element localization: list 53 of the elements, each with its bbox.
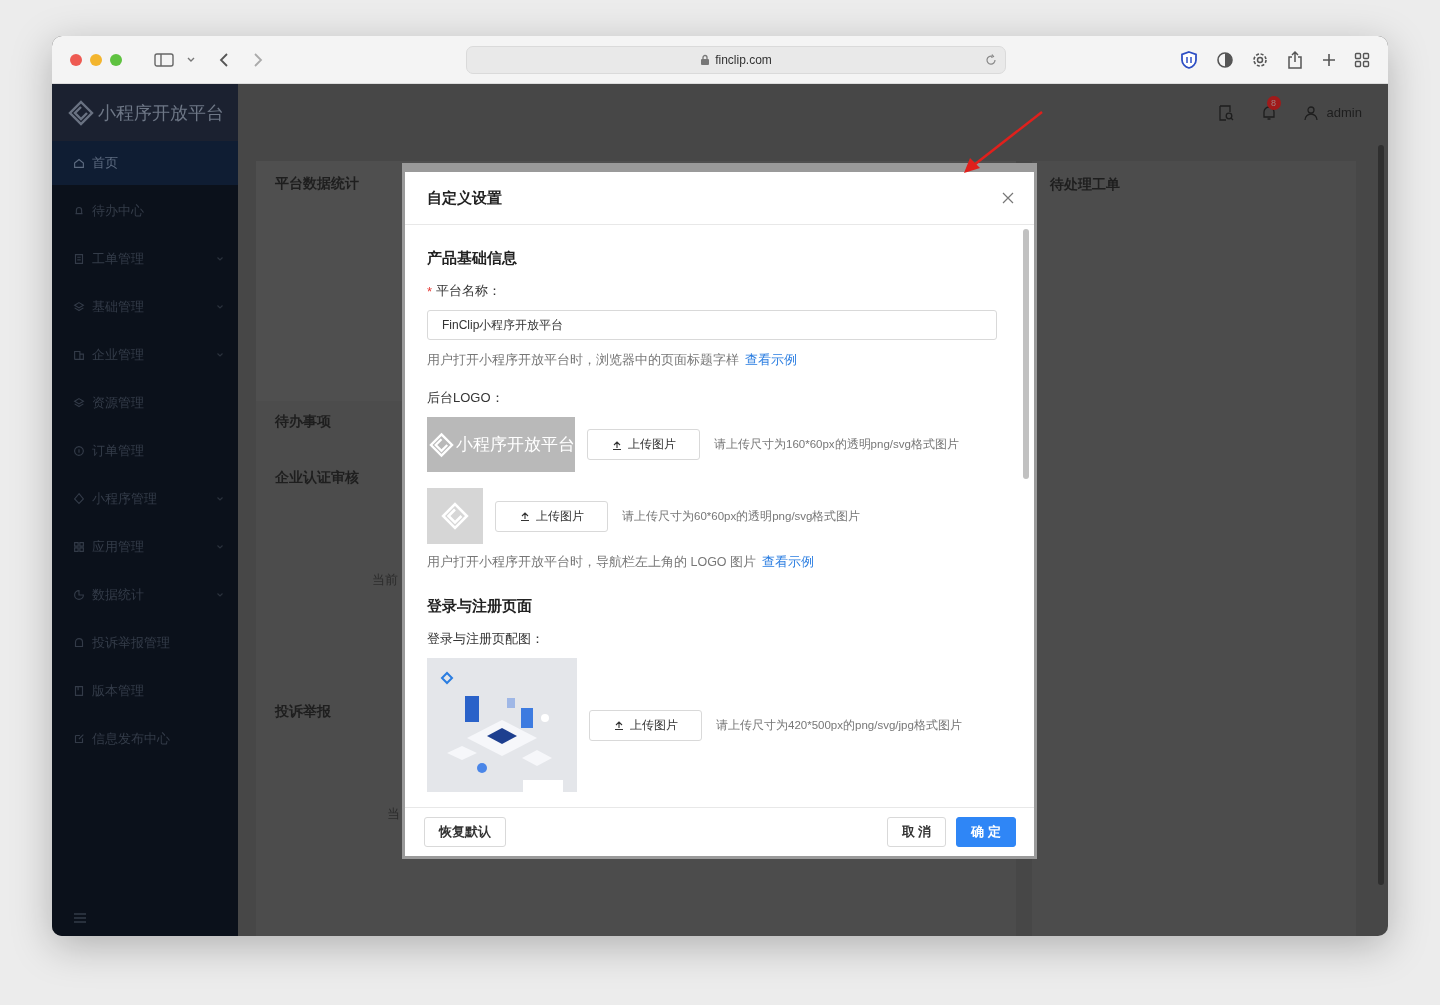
logo-icon bbox=[441, 502, 469, 530]
upload-hint: 请上传尺寸为60*60px的透明png/svg格式图片 bbox=[622, 508, 861, 524]
close-icon[interactable] bbox=[1002, 192, 1014, 204]
sidebar-item[interactable]: 首页 bbox=[52, 141, 238, 185]
sidebar-toggle-icon[interactable] bbox=[154, 51, 174, 68]
cancel-button[interactable]: 取 消 bbox=[886, 817, 947, 847]
zoom-window-button[interactable] bbox=[110, 53, 122, 66]
forward-icon[interactable] bbox=[252, 51, 264, 68]
half-circle-icon[interactable] bbox=[1216, 50, 1234, 69]
tab-overview-icon[interactable] bbox=[1354, 51, 1370, 68]
confirm-button[interactable]: 确 定 bbox=[956, 817, 1016, 847]
share-icon[interactable] bbox=[1286, 49, 1304, 70]
scrollbar-thumb[interactable] bbox=[1023, 229, 1029, 479]
required-mark: * bbox=[427, 283, 433, 299]
bell-icon[interactable] bbox=[1260, 104, 1277, 121]
upload-hint: 请上传尺寸为420*500px的png/svg/jpg格式图片 bbox=[716, 717, 962, 733]
upload-button[interactable]: 上传图片 bbox=[495, 500, 608, 532]
section-title: 登录与注册页面 bbox=[427, 597, 533, 616]
upload-hint: 请上传尺寸为160*60px的透明png/svg格式图片 bbox=[714, 437, 959, 452]
user-icon bbox=[1302, 104, 1319, 121]
section-title: 产品基础信息 bbox=[427, 249, 518, 268]
app-title: 小程序开放平台 bbox=[98, 101, 224, 125]
url-text: finclip.com bbox=[715, 52, 772, 67]
upload-button[interactable]: 上传图片 bbox=[587, 429, 700, 460]
close-window-button[interactable] bbox=[70, 53, 82, 66]
logo-text: 小程序开放平台 bbox=[456, 434, 575, 456]
sidebar-label: 首页 bbox=[92, 154, 118, 172]
settings-icon[interactable] bbox=[1251, 50, 1269, 69]
address-bar[interactable]: finclip.com bbox=[466, 45, 1006, 74]
field-hint: 用户打开小程序开放平台时，浏览器中的页面标题字样 bbox=[427, 352, 739, 369]
scrollbar[interactable] bbox=[1378, 145, 1384, 885]
reload-icon[interactable] bbox=[985, 53, 997, 66]
example-link[interactable]: 查看示例 bbox=[762, 554, 815, 571]
lock-icon bbox=[700, 53, 711, 66]
field-label: 后台LOGO： bbox=[427, 389, 504, 407]
back-icon[interactable] bbox=[218, 51, 230, 68]
shield-icon[interactable] bbox=[1179, 49, 1199, 70]
upload-icon bbox=[611, 439, 622, 450]
notification-badge: 8 bbox=[1266, 95, 1281, 110]
input-field[interactable]: FinClip小程序开放平台 bbox=[427, 310, 997, 340]
chevron-down-icon[interactable] bbox=[186, 55, 196, 64]
field-label: 登录与注册页配图： bbox=[427, 630, 544, 648]
dialog-title: 自定义设置 bbox=[427, 188, 502, 208]
logo-icon bbox=[429, 431, 454, 458]
field-label: 平台名称： bbox=[436, 282, 502, 300]
new-tab-icon[interactable] bbox=[1321, 51, 1337, 68]
example-link[interactable]: 查看示例 bbox=[745, 352, 797, 369]
field-hint: 用户打开小程序开放平台时，导航栏左上角的 LOGO 图片 bbox=[427, 554, 757, 571]
upload-icon bbox=[519, 511, 530, 521]
reset-button[interactable]: 恢复默认 bbox=[424, 817, 506, 847]
upload-icon bbox=[613, 720, 624, 730]
upload-button[interactable]: 上传图片 bbox=[589, 709, 702, 741]
logo-icon bbox=[68, 99, 94, 126]
